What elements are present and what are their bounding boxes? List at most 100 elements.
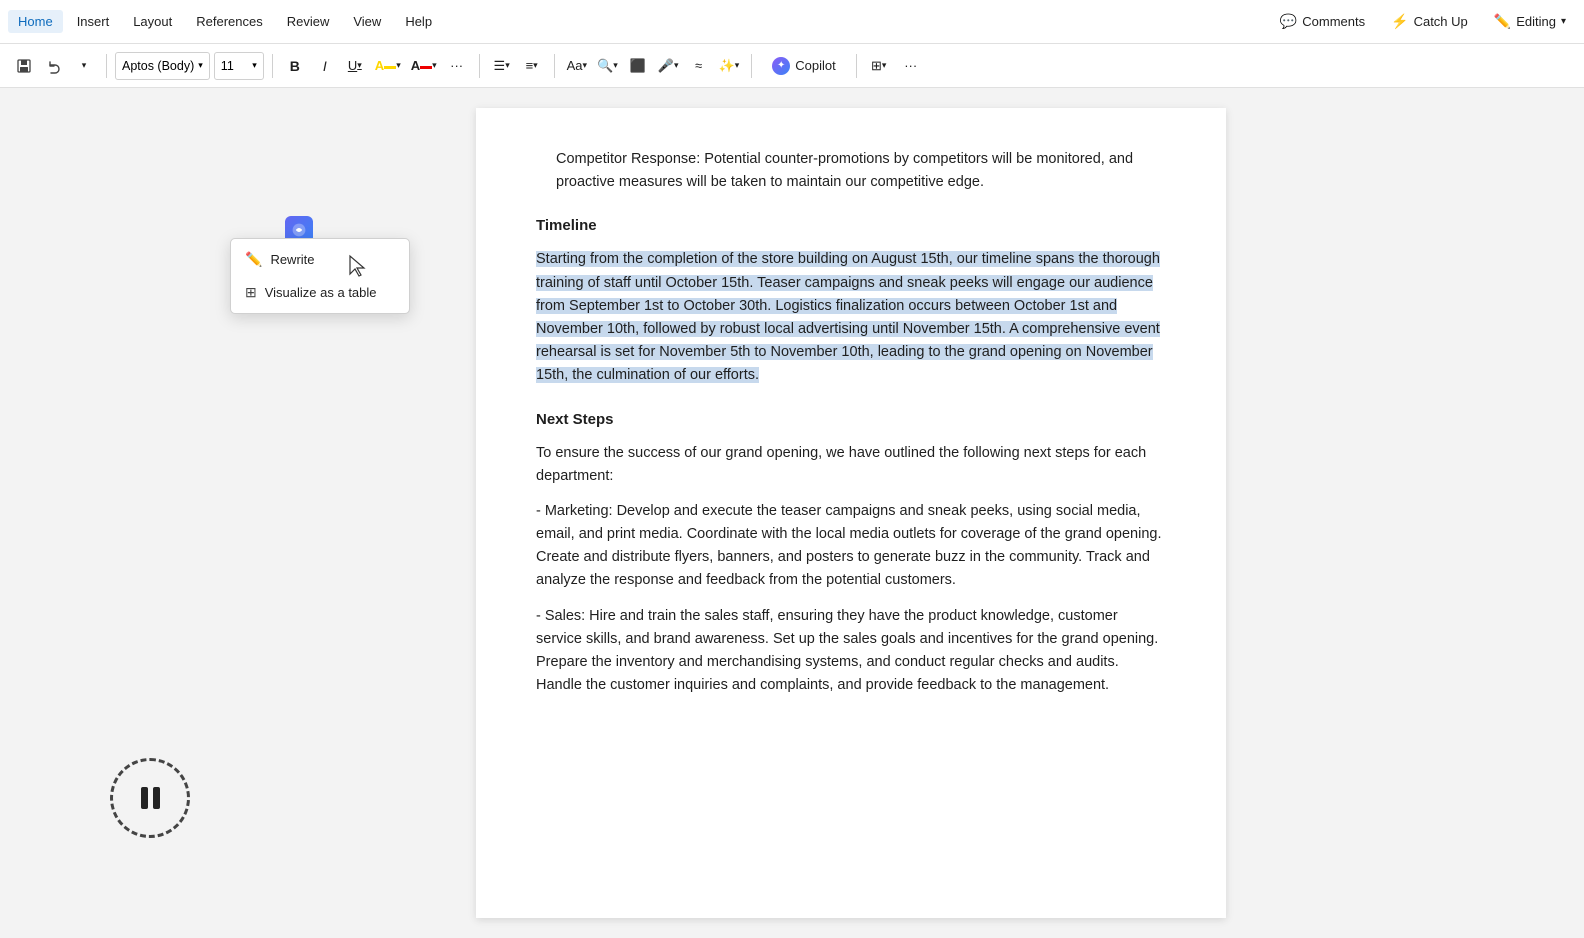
context-menu-visualize-table[interactable]: ⊞ Visualize as a table <box>231 276 409 309</box>
save-button[interactable] <box>10 52 38 80</box>
underline-button[interactable]: U ▾ <box>341 52 369 80</box>
number-list-chevron-icon: ▾ <box>533 60 538 71</box>
editing-chevron: ▾ <box>1561 16 1566 27</box>
visualize-table-label: Visualize as a table <box>265 285 377 300</box>
pause-icon <box>141 787 160 809</box>
accessibility-icon: ≈ <box>695 58 702 73</box>
highlight-icon: A <box>375 58 384 73</box>
rewrite-label: Rewrite <box>270 252 314 267</box>
copilot-label: Copilot <box>795 58 835 73</box>
accessibility-button[interactable]: ≈ <box>685 52 713 80</box>
sep2 <box>272 54 273 78</box>
sep1 <box>106 54 107 78</box>
list-group: ☰ ▾ ≡ ▾ <box>488 52 546 80</box>
comments-button[interactable]: 💬 Comments <box>1270 9 1375 34</box>
sep5 <box>751 54 752 78</box>
document-content: Competitor Response: Potential counter-p… <box>536 148 1166 697</box>
more-options-button[interactable]: ··· <box>897 52 925 80</box>
quick-access-group: ▾ <box>10 52 98 80</box>
copilot-inline-icon <box>291 222 307 238</box>
comment-icon: 💬 <box>1280 13 1297 30</box>
sep4 <box>554 54 555 78</box>
menu-item-insert[interactable]: Insert <box>67 10 120 33</box>
font-color-button[interactable]: A ▾ <box>407 52 441 80</box>
magic-button[interactable]: ✨ ▾ <box>715 52 744 80</box>
dictate-chevron-icon: ▾ <box>674 60 679 71</box>
underline-label: U <box>348 58 357 73</box>
menu-item-references[interactable]: References <box>186 10 272 33</box>
pause-button[interactable] <box>110 758 190 838</box>
microphone-icon: 🎤 <box>658 58 674 74</box>
bullet-list-chevron-icon: ▾ <box>505 60 510 71</box>
underline-chevron-icon: ▾ <box>357 60 362 71</box>
dictate-button[interactable]: 🎤 ▾ <box>654 52 683 80</box>
text-dir-chevron-icon: ▾ <box>583 60 588 71</box>
formatting-group: B I U ▾ A ▾ A ▾ ··· <box>281 52 471 80</box>
competitor-response-text: Competitor Response: Potential counter-p… <box>556 148 1166 194</box>
view-chevron-icon: ▾ <box>882 60 887 71</box>
number-list-button[interactable]: ≡ ▾ <box>518 52 546 80</box>
document-area[interactable]: Competitor Response: Potential counter-p… <box>318 88 1384 938</box>
sep6 <box>856 54 857 78</box>
more-quick-access[interactable]: ▾ <box>70 52 98 80</box>
screenshot-button[interactable]: ⬛ <box>624 52 652 80</box>
catchup-icon: ⚡ <box>1391 13 1408 30</box>
magic-icon: ✨ <box>719 58 735 74</box>
catchup-label: Catch Up <box>1414 14 1468 29</box>
catchup-button[interactable]: ⚡ Catch Up <box>1381 9 1478 34</box>
text-direction-icon: Aa <box>567 58 583 73</box>
grid-icon: ⊞ <box>871 58 882 74</box>
font-size-chevron-icon: ▾ <box>252 60 257 71</box>
menu-item-home[interactable]: Home <box>8 10 63 33</box>
view-toggle-button[interactable]: ⊞ ▾ <box>865 52 893 80</box>
table-icon: ⊞ <box>245 284 257 301</box>
font-family-value: Aptos (Body) <box>122 59 194 73</box>
menu-item-review[interactable]: Review <box>277 10 340 33</box>
chevron-down-icon: ▾ <box>82 60 87 71</box>
search-icon: 🔍 <box>597 58 613 74</box>
next-steps-heading: Next Steps <box>536 408 1166 432</box>
timeline-paragraph: Starting from the completion of the stor… <box>536 248 1166 387</box>
more-formatting-button[interactable]: ··· <box>443 52 471 80</box>
number-list-icon: ≡ <box>526 58 534 73</box>
bullet-list-icon: ☰ <box>494 58 506 74</box>
search-chevron-icon: ▾ <box>613 60 618 71</box>
context-menu: ✏️ Rewrite ⊞ Visualize as a table <box>230 238 410 314</box>
editing-label: Editing <box>1516 14 1556 29</box>
next-steps-intro: To ensure the success of our grand openi… <box>536 442 1166 488</box>
menu-right: 💬 Comments ⚡ Catch Up ✏️ Editing ▾ <box>1270 9 1576 34</box>
search-button[interactable]: 🔍 ▾ <box>593 52 622 80</box>
right-panel <box>1384 88 1584 938</box>
copilot-button[interactable]: ✦ Copilot <box>760 53 847 79</box>
screenshot-icon: ⬛ <box>630 58 646 74</box>
undo-button[interactable] <box>40 52 68 80</box>
document-page: Competitor Response: Potential counter-p… <box>476 108 1226 918</box>
font-color-chevron-icon: ▾ <box>432 60 437 71</box>
magic-chevron-icon: ▾ <box>735 60 740 71</box>
marketing-paragraph: - Marketing: Develop and execute the tea… <box>536 500 1166 593</box>
highlight-button[interactable]: A ▾ <box>371 52 405 80</box>
menu-item-layout[interactable]: Layout <box>123 10 182 33</box>
bullet-list-button[interactable]: ☰ ▾ <box>488 52 516 80</box>
menu-bar: Home Insert Layout References Review Vie… <box>0 0 1584 44</box>
editing-button[interactable]: ✏️ Editing ▾ <box>1484 9 1576 34</box>
copilot-icon: ✦ <box>772 57 790 75</box>
font-family-chevron-icon: ▾ <box>198 60 203 71</box>
competitor-response-content: Competitor Response: Potential counter-p… <box>556 151 1133 190</box>
bold-button[interactable]: B <box>281 52 309 80</box>
font-size-value: 11 <box>221 59 234 73</box>
context-menu-rewrite[interactable]: ✏️ Rewrite <box>231 243 409 276</box>
menu-items: Home Insert Layout References Review Vie… <box>8 10 1270 33</box>
rewrite-icon: ✏️ <box>245 251 262 268</box>
editing-icon: ✏️ <box>1494 13 1511 30</box>
font-color-icon: A <box>411 58 420 73</box>
timeline-heading: Timeline <box>536 214 1166 238</box>
font-family-dropdown[interactable]: Aptos (Body) ▾ <box>115 52 210 80</box>
menu-item-view[interactable]: View <box>343 10 391 33</box>
sep3 <box>479 54 480 78</box>
text-direction-button[interactable]: Aa ▾ <box>563 52 591 80</box>
italic-button[interactable]: I <box>311 52 339 80</box>
font-size-dropdown[interactable]: 11 ▾ <box>214 52 264 80</box>
menu-item-help[interactable]: Help <box>395 10 442 33</box>
timeline-highlighted-text: Starting from the completion of the stor… <box>536 251 1160 383</box>
